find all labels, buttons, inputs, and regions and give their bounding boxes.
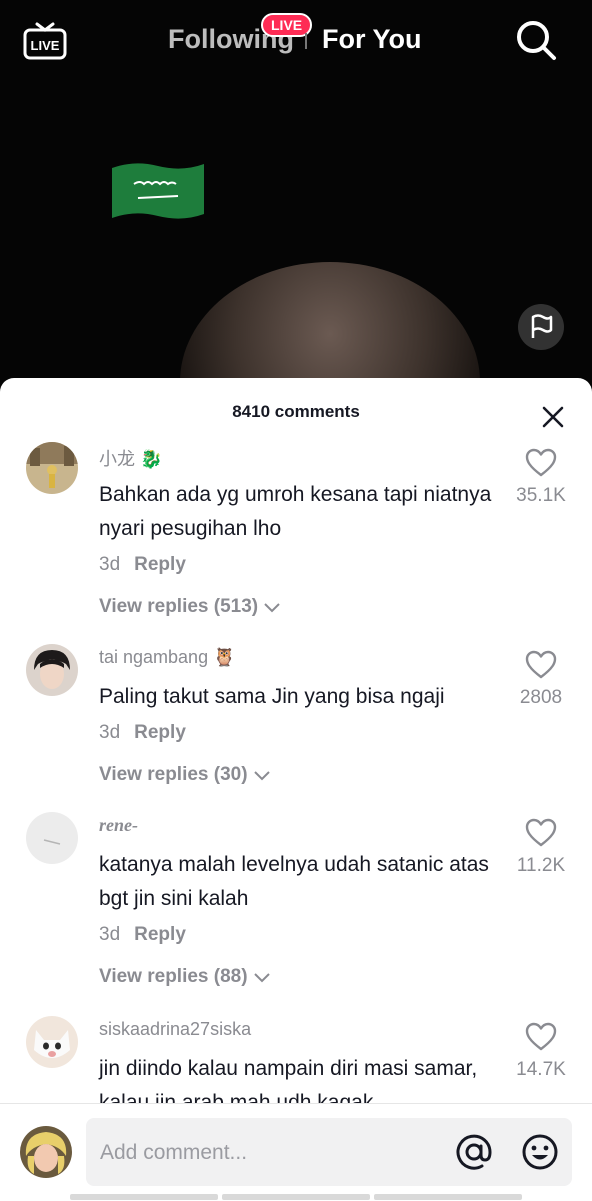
top-navigation: LIVE Following LIVE For You bbox=[0, 0, 592, 80]
reply-button[interactable]: Reply bbox=[134, 722, 186, 743]
avatar[interactable] bbox=[26, 812, 78, 864]
view-replies-label: View replies (513) bbox=[99, 596, 259, 617]
flag-report-icon[interactable] bbox=[518, 304, 564, 350]
comment-input[interactable] bbox=[98, 1132, 432, 1174]
chevron-down-icon bbox=[254, 771, 270, 781]
like-button[interactable]: 2808 bbox=[510, 650, 572, 709]
heart-icon[interactable] bbox=[525, 448, 557, 478]
tab-divider bbox=[305, 33, 307, 49]
heart-icon[interactable] bbox=[525, 650, 557, 680]
comment-text: Bahkan ada yg umroh kesana tapi niatnya … bbox=[99, 483, 492, 540]
chevron-down-icon bbox=[254, 973, 270, 983]
comment-time: 3d bbox=[99, 722, 121, 743]
current-user-avatar[interactable] bbox=[20, 1126, 72, 1178]
avatar[interactable] bbox=[26, 644, 78, 696]
like-button[interactable]: 11.2K bbox=[510, 818, 572, 877]
comment-meta: 3d Reply bbox=[99, 554, 186, 576]
heart-icon[interactable] bbox=[525, 818, 557, 848]
view-replies-button[interactable]: View replies (88) bbox=[99, 966, 271, 988]
saudi-flag-emoji bbox=[112, 163, 204, 219]
comment-time: 3d bbox=[99, 924, 121, 945]
svg-text:LIVE: LIVE bbox=[31, 38, 60, 53]
heart-icon[interactable] bbox=[525, 1022, 557, 1052]
comment-text: Paling takut sama Jin yang bisa ngaji bbox=[99, 685, 445, 708]
comment-username[interactable]: tai ngambang 🦉 bbox=[99, 647, 236, 668]
reply-button[interactable]: Reply bbox=[134, 924, 186, 945]
like-button[interactable]: 14.7K bbox=[510, 1022, 572, 1081]
comment-username[interactable]: rene- bbox=[99, 815, 138, 836]
close-icon[interactable] bbox=[540, 404, 566, 430]
tab-for-you[interactable]: For You bbox=[322, 24, 422, 55]
like-count: 11.2K bbox=[516, 855, 566, 876]
at-mention-icon[interactable] bbox=[454, 1132, 494, 1172]
like-button[interactable]: 35.1K bbox=[510, 448, 572, 507]
comment-input-box bbox=[86, 1118, 572, 1186]
view-replies-label: View replies (30) bbox=[99, 764, 248, 785]
chevron-down-icon bbox=[264, 603, 281, 613]
comment-meta: 3d Reply bbox=[99, 722, 186, 744]
like-count: 2808 bbox=[519, 687, 563, 708]
avatar[interactable] bbox=[26, 442, 78, 494]
comment-text: katanya malah levelnya udah satanic atas… bbox=[99, 853, 489, 910]
comment-username[interactable]: 小龙 🐉 bbox=[99, 445, 162, 471]
comment-username[interactable]: siskaadrina27siska bbox=[99, 1019, 251, 1040]
search-icon[interactable] bbox=[514, 18, 558, 62]
comment-time: 3d bbox=[99, 554, 121, 575]
reply-button[interactable]: Reply bbox=[134, 554, 186, 575]
like-count: 35.1K bbox=[516, 485, 566, 506]
comment-composer bbox=[0, 1103, 592, 1201]
comment-meta: 3d Reply bbox=[99, 924, 186, 946]
emoji-icon[interactable] bbox=[520, 1132, 560, 1172]
view-replies-label: View replies (88) bbox=[99, 966, 248, 987]
comments-count-title: 8410 comments bbox=[232, 402, 360, 421]
comments-sheet: 8410 comments 小龙 🐉 Bahkan ada yg umroh k… bbox=[0, 378, 592, 1200]
view-replies-button[interactable]: View replies (30) bbox=[99, 764, 271, 786]
like-count: 14.7K bbox=[516, 1059, 566, 1080]
system-nav-indicator bbox=[70, 1194, 522, 1200]
live-tv-icon[interactable]: LIVE bbox=[22, 18, 68, 62]
view-replies-button[interactable]: View replies (513) bbox=[99, 596, 281, 618]
avatar[interactable] bbox=[26, 1016, 78, 1068]
